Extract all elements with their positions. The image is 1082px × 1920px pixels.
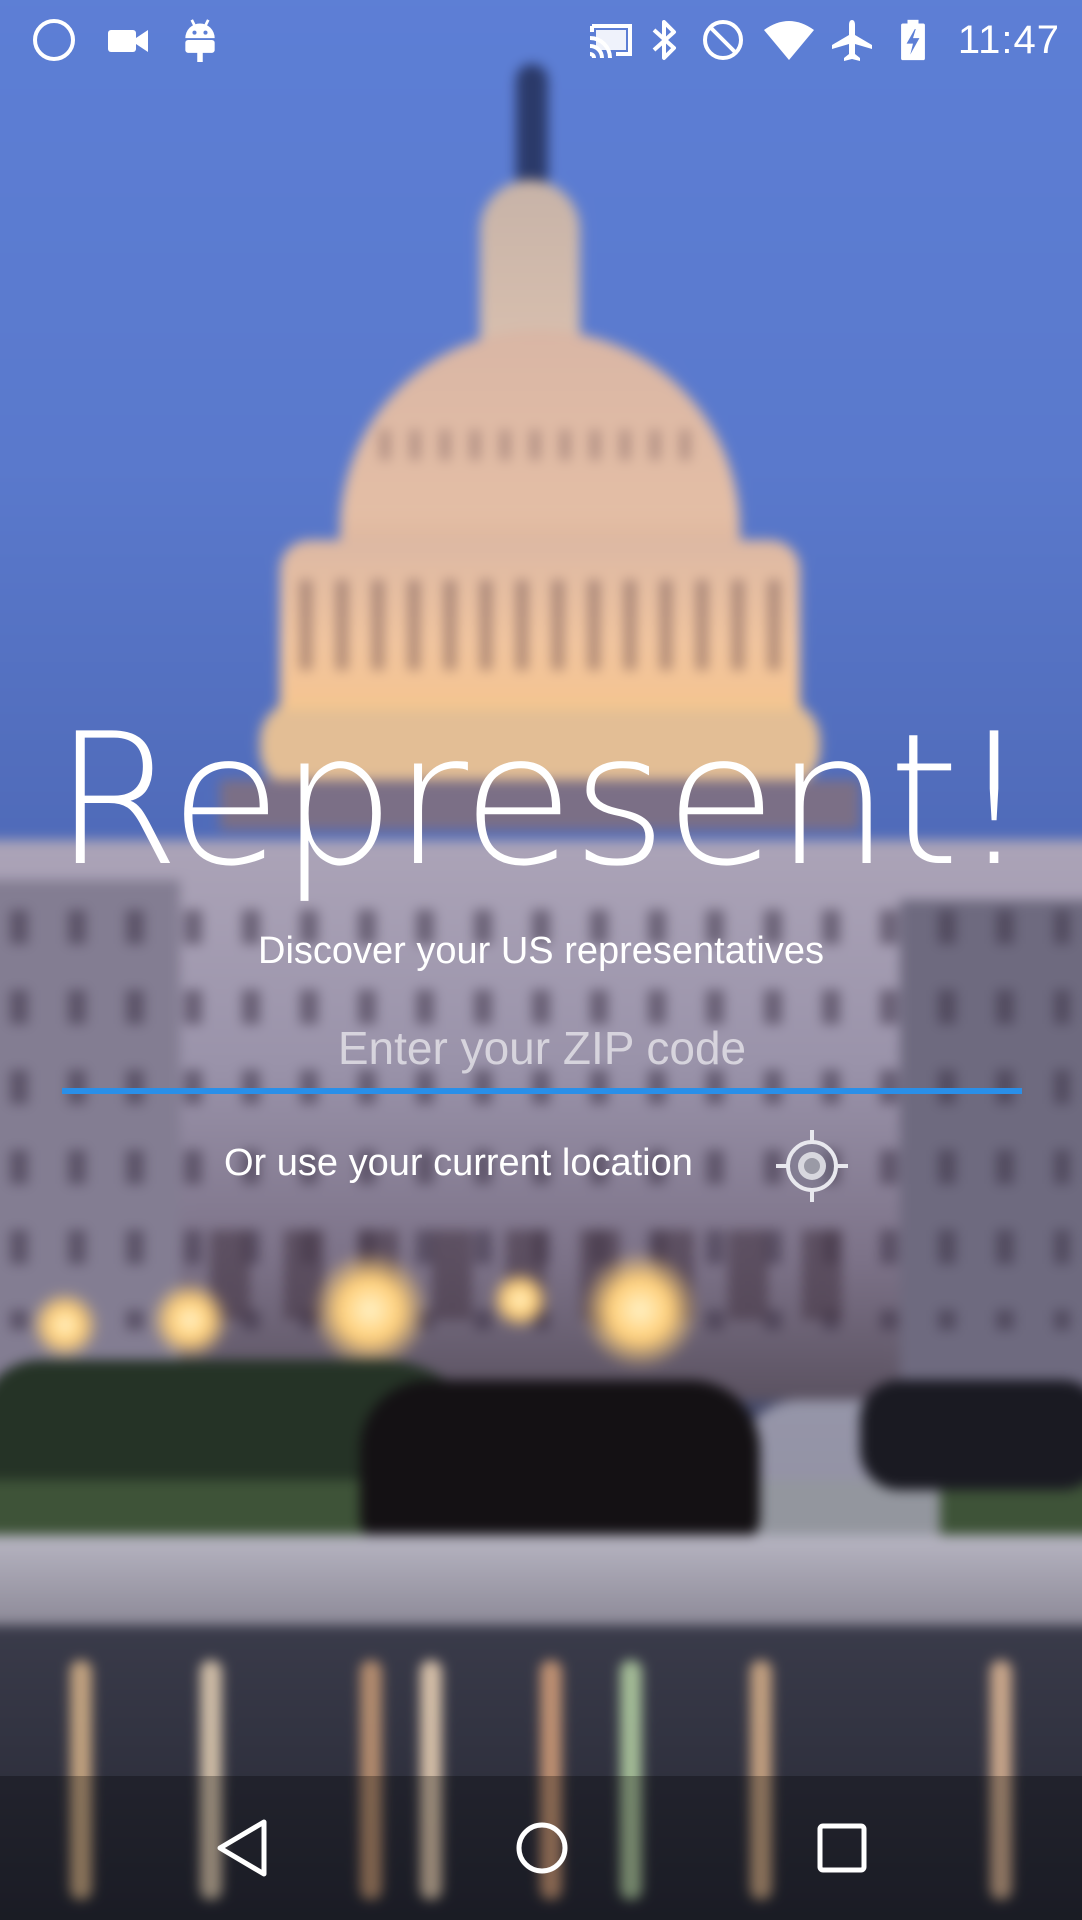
app-title: Represent! — [53, 694, 1030, 906]
back-button[interactable] — [192, 1798, 292, 1898]
navigation-bar — [0, 1776, 1082, 1920]
my-location-icon[interactable] — [774, 1128, 850, 1204]
home-button[interactable] — [492, 1798, 592, 1898]
circle-icon — [33, 19, 75, 61]
wifi-icon — [764, 21, 814, 60]
current-location-label: Or use your current location — [224, 1142, 693, 1184]
android-debug-icon — [185, 19, 215, 62]
cast-icon — [589, 24, 632, 59]
battery-charging-icon — [901, 19, 925, 61]
zip-code-input[interactable] — [62, 1008, 1022, 1088]
status-time: 11:47 — [957, 18, 1060, 62]
zip-input-underline — [62, 1088, 1022, 1094]
current-location-row: Or use your current location — [0, 1128, 1082, 1202]
app-subtitle: Discover your US representatives — [258, 930, 824, 972]
airplane-mode-icon — [832, 20, 872, 61]
video-camera-icon — [108, 30, 148, 52]
status-bar: 11:47 — [0, 0, 1082, 80]
recents-icon — [817, 1823, 867, 1873]
back-icon — [217, 1819, 267, 1877]
recents-button[interactable] — [792, 1798, 892, 1898]
bluetooth-icon — [652, 20, 676, 60]
home-icon — [516, 1822, 568, 1874]
zip-input-container — [62, 1008, 1022, 1094]
do-not-disturb-icon — [703, 20, 743, 60]
